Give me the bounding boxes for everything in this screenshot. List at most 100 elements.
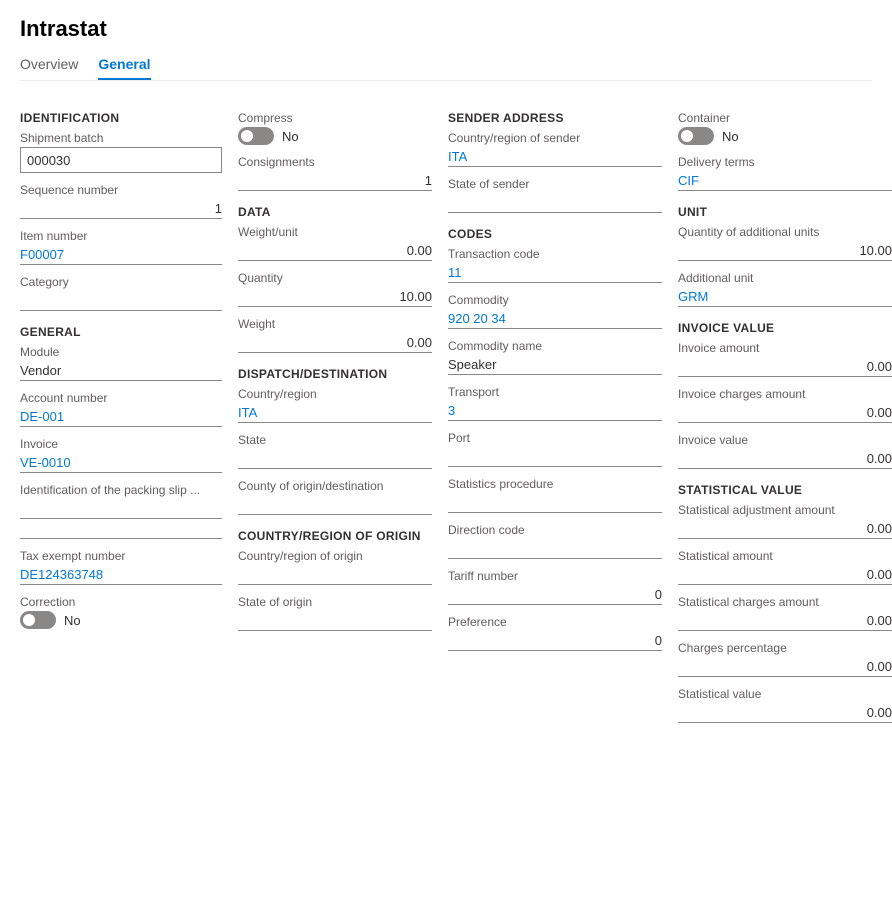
- commodity-field: Commodity 920 20 34: [448, 293, 662, 329]
- category-field: Category: [20, 275, 222, 311]
- consignments-field: Consignments 1: [238, 155, 432, 191]
- commodity-value[interactable]: 920 20 34: [448, 309, 662, 329]
- transaction-code-label: Transaction code: [448, 247, 662, 261]
- tax-exempt-label: Tax exempt number: [20, 549, 222, 563]
- dispatch-title: DISPATCH/DESTINATION: [238, 367, 432, 381]
- quantity-label: Quantity: [238, 271, 432, 285]
- country-region-sender-value[interactable]: ITA: [448, 147, 662, 167]
- commodity-name-value: Speaker: [448, 355, 662, 375]
- container-label: Container: [678, 111, 892, 125]
- dispatch-country-value[interactable]: ITA: [238, 403, 432, 423]
- invoice-charges-value: 0.00: [678, 403, 892, 423]
- charges-pct-value: 0.00: [678, 657, 892, 677]
- direction-code-field: Direction code: [448, 523, 662, 559]
- transaction-code-value[interactable]: 11: [448, 263, 662, 283]
- port-value: [448, 447, 662, 467]
- tariff-number-field: Tariff number 0: [448, 569, 662, 605]
- invoice-value[interactable]: VE-0010: [20, 453, 222, 473]
- container-field: Container No: [678, 111, 892, 145]
- weight-value: 0.00: [238, 333, 432, 353]
- invoice-value-title: INVOICE VALUE: [678, 321, 892, 335]
- sequence-number-field: Sequence number 1: [20, 183, 222, 219]
- statistics-procedure-value: [448, 493, 662, 513]
- statistics-procedure-label: Statistics procedure: [448, 477, 662, 491]
- country-region-origin-field: Country/region of origin: [238, 549, 432, 585]
- invoice-amount-label: Invoice amount: [678, 341, 892, 355]
- module-value: Vendor: [20, 361, 222, 381]
- county-field: County of origin/destination: [238, 479, 432, 515]
- country-region-origin-title: COUNTRY/REGION OF ORIGIN: [238, 529, 432, 543]
- additional-unit-label: Additional unit: [678, 271, 892, 285]
- container-toggle-row: No: [678, 127, 892, 145]
- correction-label: Correction: [20, 595, 222, 609]
- stat-value-label: Statistical value: [678, 687, 892, 701]
- stat-charges-label: Statistical charges amount: [678, 595, 892, 609]
- commodity-label: Commodity: [448, 293, 662, 307]
- port-field: Port: [448, 431, 662, 467]
- delivery-terms-value[interactable]: CIF: [678, 171, 892, 191]
- packing-slip-label: Identification of the packing slip ...: [20, 483, 222, 497]
- delivery-terms-label: Delivery terms: [678, 155, 892, 169]
- packing-slip-value: [20, 499, 222, 519]
- codes-title: CODES: [448, 227, 662, 241]
- col-2: Compress No Consignments 1 DATA Weight/u…: [230, 97, 440, 641]
- transport-value[interactable]: 3: [448, 401, 662, 421]
- transport-field: Transport 3: [448, 385, 662, 421]
- correction-toggle-label: No: [64, 613, 81, 628]
- additional-unit-field: Additional unit GRM: [678, 271, 892, 307]
- state-of-origin-value: [238, 611, 432, 631]
- account-number-value[interactable]: DE-001: [20, 407, 222, 427]
- stat-adjustment-field: Statistical adjustment amount 0.00: [678, 503, 892, 539]
- consignments-label: Consignments: [238, 155, 432, 169]
- compress-toggle[interactable]: [238, 127, 274, 145]
- commodity-name-field: Commodity name Speaker: [448, 339, 662, 375]
- qty-additional-field: Quantity of additional units 10.00: [678, 225, 892, 261]
- tab-general[interactable]: General: [98, 50, 150, 80]
- col-3: SENDER ADDRESS Country/region of sender …: [440, 97, 670, 661]
- weight-unit-label: Weight/unit: [238, 225, 432, 239]
- weight-unit-field: Weight/unit 0.00: [238, 225, 432, 261]
- tab-overview[interactable]: Overview: [20, 50, 78, 80]
- identification-title: IDENTIFICATION: [20, 111, 222, 125]
- compress-toggle-label: No: [282, 129, 299, 144]
- compress-toggle-row: No: [238, 127, 432, 145]
- general-section-title: GENERAL: [20, 325, 222, 339]
- compress-field: Compress No: [238, 111, 432, 145]
- shipment-batch-input[interactable]: [20, 147, 222, 173]
- container-toggle[interactable]: [678, 127, 714, 145]
- item-number-label: Item number: [20, 229, 222, 243]
- invoice-amount-value: 0.00: [678, 357, 892, 377]
- tab-bar: Overview General: [20, 50, 872, 81]
- additional-unit-value[interactable]: GRM: [678, 287, 892, 307]
- sequence-number-value: 1: [20, 199, 222, 219]
- item-number-field: Item number F00007: [20, 229, 222, 265]
- category-label: Category: [20, 275, 222, 289]
- direction-code-value: [448, 539, 662, 559]
- county-value: [238, 495, 432, 515]
- stat-value-value: 0.00: [678, 703, 892, 723]
- invoice-label: Invoice: [20, 437, 222, 451]
- module-field: Module Vendor: [20, 345, 222, 381]
- dispatch-state-field: State: [238, 433, 432, 469]
- invoice-amount-field: Invoice amount 0.00: [678, 341, 892, 377]
- sender-address-title: SENDER ADDRESS: [448, 111, 662, 125]
- unit-title: UNIT: [678, 205, 892, 219]
- data-section-title: DATA: [238, 205, 432, 219]
- stat-amount-field: Statistical amount 0.00: [678, 549, 892, 585]
- col-4: Container No Delivery terms CIF UNIT Qua…: [670, 97, 892, 733]
- dispatch-country-label: Country/region: [238, 387, 432, 401]
- preference-field: Preference 0: [448, 615, 662, 651]
- qty-additional-label: Quantity of additional units: [678, 225, 892, 239]
- transaction-code-field: Transaction code 11: [448, 247, 662, 283]
- statistical-value-title: STATISTICAL VALUE: [678, 483, 892, 497]
- sequence-number-label: Sequence number: [20, 183, 222, 197]
- correction-toggle[interactable]: [20, 611, 56, 629]
- stat-charges-value: 0.00: [678, 611, 892, 631]
- weight-unit-value: 0.00: [238, 241, 432, 261]
- item-number-value[interactable]: F00007: [20, 245, 222, 265]
- correction-field: Correction No: [20, 595, 222, 629]
- stat-adjustment-value: 0.00: [678, 519, 892, 539]
- invoice-charges-field: Invoice charges amount 0.00: [678, 387, 892, 423]
- country-region-origin-value: [238, 565, 432, 585]
- tax-exempt-value[interactable]: DE124363748: [20, 565, 222, 585]
